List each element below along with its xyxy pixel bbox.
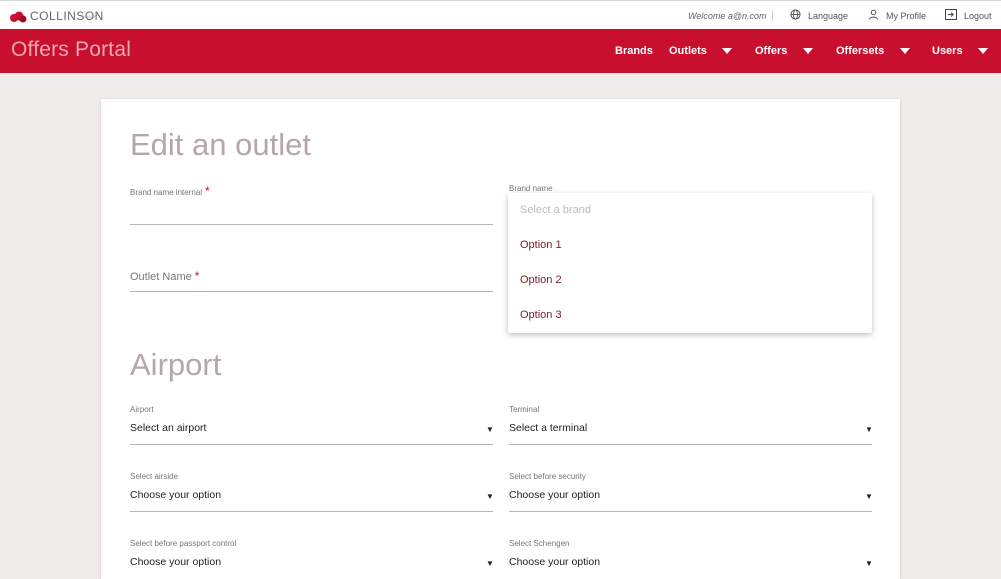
collinson-logo-icon (9, 10, 27, 23)
brand-name-label: Brand name (509, 184, 553, 193)
chevron-down-icon (900, 48, 911, 54)
user-icon (868, 9, 879, 22)
before-security-select-underline (509, 511, 872, 512)
brand-name-dropdown[interactable]: Select a brand Option 1 Option 2 Option … (508, 193, 872, 333)
caret-down-icon: ▼ (865, 492, 873, 501)
nav-offers-label: Offers (755, 45, 788, 57)
nav-brands-label: Brands (615, 45, 653, 57)
terminal-select[interactable]: Select a terminal (509, 422, 587, 434)
dropdown-option-3[interactable]: Option 3 (520, 309, 562, 321)
logout-label: Logout (964, 10, 992, 21)
dropdown-option-1[interactable]: Option 1 (520, 239, 562, 251)
before-security-label: Select before security (509, 472, 586, 481)
nav-brands[interactable]: Brands (615, 29, 653, 73)
brand-name-internal-label-text: Brand name internal (130, 188, 203, 197)
outlet-name-input[interactable] (130, 291, 493, 292)
portal-title[interactable]: Offers Portal (11, 38, 131, 62)
caret-down-icon: ▼ (865, 559, 873, 568)
airside-label: Select airside (130, 472, 179, 481)
airport-select[interactable]: Select an airport (130, 422, 206, 434)
nav-offersets-label: Offersets (836, 45, 885, 57)
nav-users-label: Users (932, 45, 963, 57)
nav-offersets[interactable]: Offersets (836, 29, 911, 73)
my-profile-label: My Profile (886, 10, 927, 21)
caret-down-icon: ▼ (486, 492, 494, 501)
logo-subtext: GROUP (82, 14, 97, 19)
passport-control-select[interactable]: Choose your option (130, 556, 221, 568)
welcome-text: Welcome a@n.com (688, 10, 767, 21)
nav-outlets[interactable]: Outlets (669, 29, 732, 73)
language-label: Language (808, 10, 849, 21)
outlet-name-label-text: Outlet Name (130, 271, 192, 283)
chevron-down-icon (721, 48, 732, 54)
brand-name-internal-label: Brand name internal * (130, 184, 210, 198)
logout-icon (945, 9, 957, 22)
chevron-down-icon (803, 48, 814, 54)
terminal-label: Terminal (509, 405, 540, 414)
schengen-label: Select Schengen (509, 539, 570, 548)
dropdown-placeholder[interactable]: Select a brand (520, 204, 591, 216)
nav-offers[interactable]: Offers (755, 29, 814, 73)
brand-name-internal-input[interactable] (130, 224, 493, 225)
nav-outlets-label: Outlets (669, 45, 707, 57)
required-mark: * (194, 269, 200, 283)
outlet-name-label: Outlet Name * (130, 269, 199, 283)
before-security-select[interactable]: Choose your option (509, 489, 600, 501)
airside-select-underline (130, 511, 493, 512)
terminal-select-underline (509, 444, 872, 445)
language-link[interactable]: Language (790, 1, 848, 30)
airport-heading: Airport (130, 347, 222, 382)
main-nav-bar: Offers Portal Brands Outlets Offers Offe… (0, 29, 1001, 73)
nav-users[interactable]: Users (932, 29, 988, 73)
edit-outlet-card (101, 99, 900, 579)
airport-label: Airport (130, 405, 154, 414)
page-title: Edit an outlet (130, 127, 311, 162)
divider (772, 10, 773, 21)
top-utility-bar: COLLINSON GROUP Welcome a@n.com Language… (0, 0, 1001, 29)
passport-control-label: Select before passport control (130, 539, 237, 548)
chevron-down-icon (977, 48, 988, 54)
schengen-select[interactable]: Choose your option (509, 556, 600, 568)
globe-icon (790, 9, 801, 22)
caret-down-icon: ▼ (486, 425, 494, 434)
dropdown-option-2[interactable]: Option 2 (520, 274, 562, 286)
caret-down-icon: ▼ (486, 559, 494, 568)
airport-select-underline (130, 444, 493, 445)
my-profile-link[interactable]: My Profile (868, 1, 926, 30)
required-mark: * (205, 184, 210, 198)
airside-select[interactable]: Choose your option (130, 489, 221, 501)
caret-down-icon: ▼ (865, 425, 873, 434)
logout-link[interactable]: Logout (945, 1, 992, 30)
